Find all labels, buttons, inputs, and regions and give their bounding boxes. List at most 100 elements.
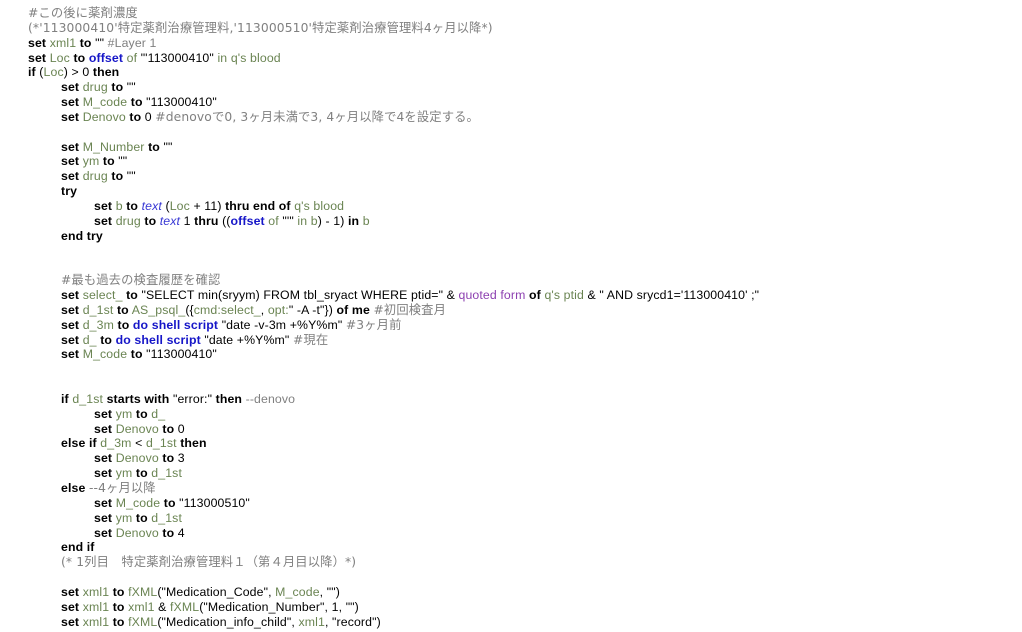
code-line[interactable]: set d_ to do shell script "date +%Y%m" #… — [0, 333, 1022, 348]
command-token: offset — [88, 50, 124, 65]
code-line-blank[interactable] — [0, 377, 1022, 392]
string-token: "Medication_info_child" — [161, 614, 292, 629]
comment-token: #denovoで0, 3ヶ月未満で3, 4ヶ月以降で4を設定する。 — [155, 109, 479, 124]
code-line[interactable]: #この後に薬剤濃度 — [0, 6, 1022, 21]
code-line[interactable]: set ym to d_1st — [0, 466, 1022, 481]
string-token: "" — [95, 35, 105, 50]
code-line[interactable]: set Denovo to 4 — [0, 526, 1022, 541]
punctuation-token: , — [338, 599, 346, 614]
string-token: "Medication_Code" — [161, 584, 269, 599]
keyword-token: set — [94, 510, 113, 525]
keyword-token: to — [117, 317, 130, 332]
code-line[interactable]: (*'113000410'特定薬剤治療管理料,'113000510'特定薬剤治療… — [0, 21, 1022, 36]
code-line-blank[interactable] — [0, 244, 1022, 259]
keyword-token: set — [61, 288, 80, 303]
reference-form-token: text — [141, 198, 162, 213]
code-line[interactable]: set xml1 to "" #Layer 1 — [0, 36, 1022, 51]
code-line[interactable]: set d_1st to AS_psql_({cmd:select_, opt:… — [0, 303, 1022, 318]
code-line[interactable]: try — [0, 184, 1022, 199]
code-line[interactable]: set ym to d_ — [0, 407, 1022, 422]
number-token: 1 — [331, 599, 339, 614]
keyword-token: to — [130, 95, 143, 110]
variable-token: fXML — [128, 614, 158, 629]
code-line[interactable]: set M_code to "113000410" — [0, 347, 1022, 362]
code-line[interactable]: set drug to text 1 thru ((offset of "'" … — [0, 214, 1022, 229]
keyword-token: to — [112, 614, 125, 629]
command-token: do shell script — [115, 332, 201, 347]
keyword-token: in — [347, 213, 360, 228]
keyword-token: to — [130, 347, 143, 362]
code-line-blank[interactable] — [0, 258, 1022, 273]
code-line[interactable]: set xml1 to fXML("Medication_Code", M_co… — [0, 585, 1022, 600]
variable-token: AS_psql_ — [131, 302, 186, 317]
code-line[interactable]: (* 1列目 特定薬剤治療管理料１（第４月目以降）*) — [0, 555, 1022, 570]
code-line[interactable]: set Denovo to 3 — [0, 451, 1022, 466]
keyword-token: to — [126, 198, 139, 213]
comment-token: --4ヶ月以降 — [88, 481, 156, 495]
code-line[interactable]: set drug to "" — [0, 169, 1022, 184]
code-body[interactable]: #この後に薬剤濃度 (*'113000410'特定薬剤治療管理料,'1130005… — [0, 6, 1022, 629]
keyword-token: set — [61, 139, 80, 154]
code-line[interactable]: set Denovo to 0 #denovoで0, 3ヶ月未満で3, 4ヶ月以… — [0, 110, 1022, 125]
number-token: 1 — [183, 213, 191, 228]
special-form-token: quoted form — [458, 288, 526, 303]
keyword-token: set — [94, 198, 113, 213]
keyword-token: set — [61, 614, 80, 629]
code-line[interactable]: end if — [0, 540, 1022, 555]
comment-token: #現在 — [292, 332, 329, 347]
keyword-token: thru — [194, 213, 219, 228]
code-line[interactable]: if (Loc) > 0 then — [0, 65, 1022, 80]
code-line[interactable]: set M_code to "113000510" — [0, 496, 1022, 511]
code-line[interactable]: if d_1st starts with "error:" then --den… — [0, 392, 1022, 407]
code-line[interactable]: set xml1 to xml1 & fXML("Medication_Numb… — [0, 600, 1022, 615]
code-line[interactable]: set select_ to "SELECT min(sryym) FROM t… — [0, 288, 1022, 303]
variable-token: Loc — [43, 65, 64, 80]
code-line[interactable]: else --4ヶ月以降 — [0, 481, 1022, 496]
string-token: "" — [118, 154, 128, 169]
code-line[interactable]: end try — [0, 229, 1022, 244]
code-line[interactable]: set b to text (Loc + 11) thru end of q's… — [0, 199, 1022, 214]
keyword-token: of — [529, 288, 541, 303]
applescript-source-view[interactable]: #この後に薬剤濃度 (*'113000410'特定薬剤治療管理料,'1130005… — [0, 0, 1022, 632]
variable-token: in — [217, 50, 228, 65]
code-line-blank[interactable] — [0, 570, 1022, 585]
keyword-token: of me — [336, 302, 370, 317]
variable-token: xml1 — [82, 584, 110, 599]
string-token: "date +%Y%m" — [204, 332, 290, 347]
code-line[interactable]: set Denovo to 0 — [0, 422, 1022, 437]
code-line[interactable]: set xml1 to fXML("Medication_info_child"… — [0, 615, 1022, 630]
code-line[interactable]: set M_code to "113000410" — [0, 95, 1022, 110]
keyword-token: to — [129, 109, 142, 124]
variable-token: xml1 — [128, 599, 155, 614]
string-token: "'113000410" — [140, 50, 214, 65]
keyword-token: try — [61, 184, 78, 199]
variable-token: q's blood — [294, 198, 345, 213]
string-token: "'" — [282, 213, 294, 228]
code-line[interactable]: set drug to "" — [0, 80, 1022, 95]
variable-token: of — [268, 213, 279, 228]
keyword-token: then — [92, 65, 120, 80]
keyword-token: set — [61, 169, 80, 184]
code-line[interactable]: set M_Number to "" — [0, 140, 1022, 155]
code-line[interactable]: set ym to "" — [0, 154, 1022, 169]
variable-token: in — [297, 213, 308, 228]
code-line[interactable]: else if d_3m < d_1st then — [0, 436, 1022, 451]
code-line-blank[interactable] — [0, 362, 1022, 377]
punctuation-token: ) — [217, 198, 226, 213]
code-line[interactable]: set d_3m to do shell script "date -v-3m … — [0, 318, 1022, 333]
comment-token: #最も過去の検査履歴を確認 — [61, 273, 221, 288]
keyword-token: set — [61, 584, 80, 599]
code-line[interactable]: set Loc to offset of "'113000410" in q's… — [0, 51, 1022, 66]
keyword-token: to — [112, 584, 125, 599]
code-line-blank[interactable] — [0, 125, 1022, 140]
comment-token: #この後に薬剤濃度 — [28, 6, 138, 20]
keyword-token: to — [112, 599, 125, 614]
keyword-token: to — [144, 213, 157, 228]
variable-token: Denovo — [115, 525, 159, 540]
variable-token: Loc — [169, 198, 190, 213]
number-token: 0 — [177, 421, 185, 436]
code-line[interactable]: set ym to d_1st — [0, 511, 1022, 526]
variable-token: b — [115, 198, 123, 213]
reference-form-token: text — [159, 213, 181, 228]
code-line[interactable]: #最も過去の検査履歴を確認 — [0, 273, 1022, 288]
